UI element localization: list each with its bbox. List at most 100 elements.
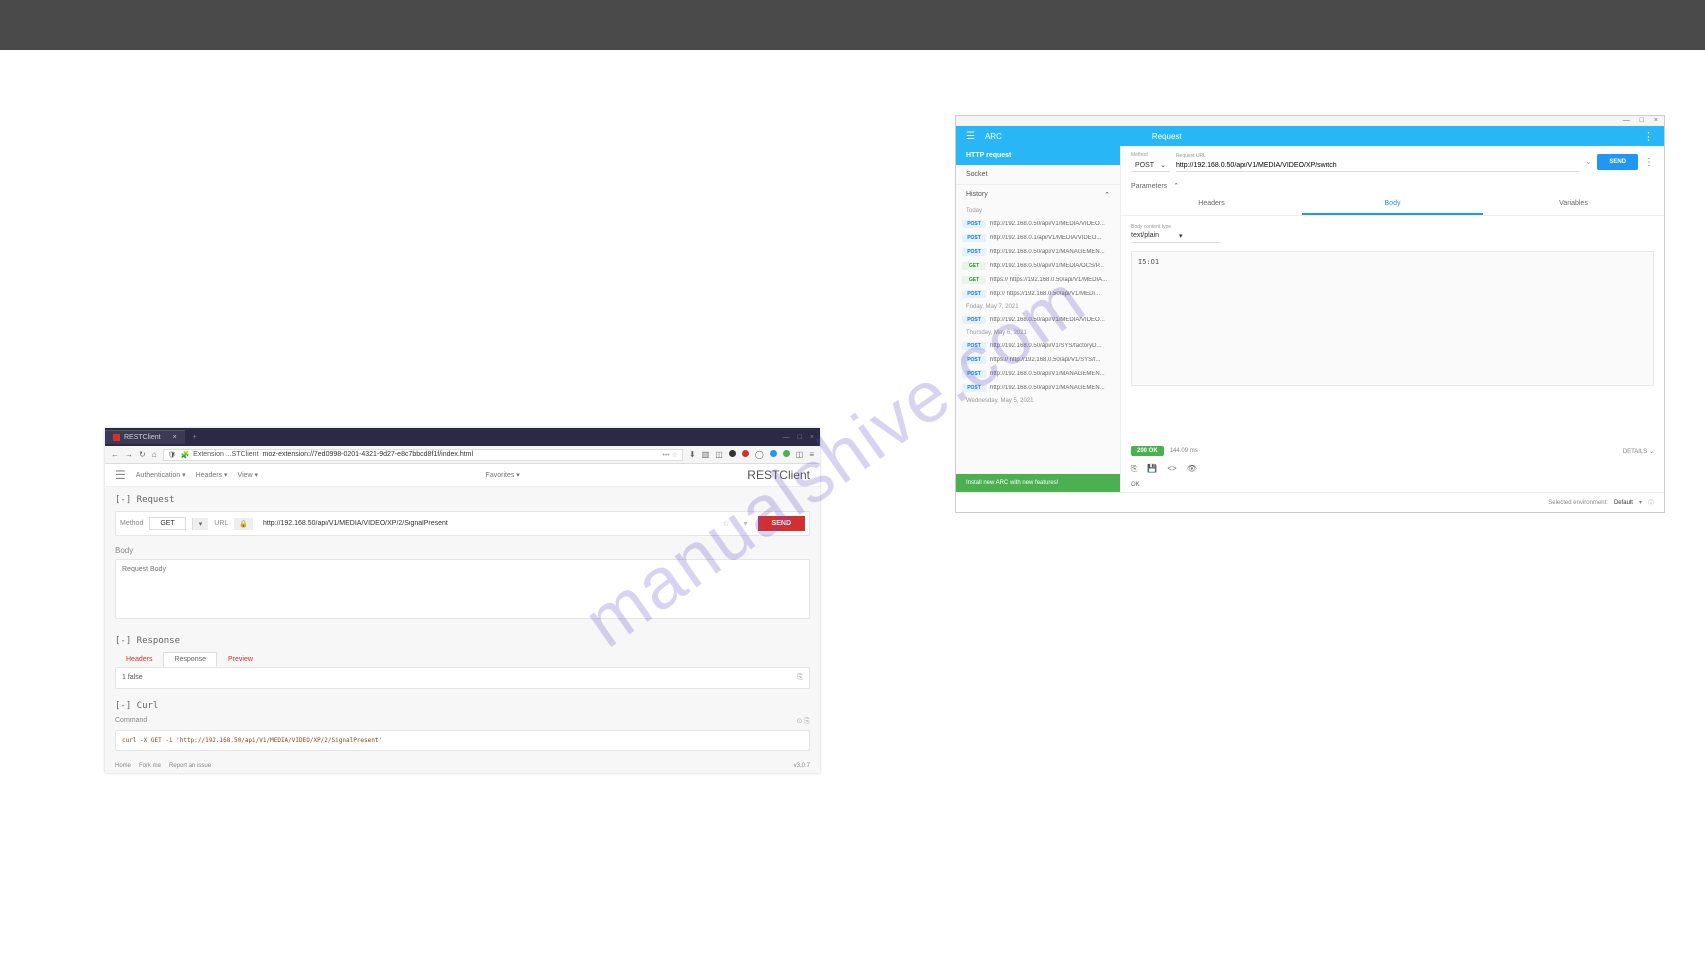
copy-icon[interactable]: ⎘ (1131, 464, 1137, 474)
ext-icon-4[interactable] (742, 450, 749, 457)
curl-section-header[interactable]: [-] Curl (115, 701, 810, 711)
url-input[interactable] (259, 518, 712, 529)
tab-preview[interactable]: Preview (217, 652, 264, 667)
request-section-header[interactable]: [-] Request (115, 495, 810, 505)
history-url: http://192.168.0.50/api/V1/MEDIA/OCS/P..… (990, 263, 1114, 269)
forward-icon[interactable]: → (125, 450, 133, 459)
curl-icon-1[interactable]: ⊙ (797, 718, 803, 725)
history-item[interactable]: POSThttp://192.168.0.1/api/V1/MEDIA/VIDE… (956, 231, 1120, 245)
browser-tab[interactable]: RESTClient × (105, 430, 185, 444)
menu-headers[interactable]: Headers ▾ (196, 471, 228, 479)
toolbar-icons: ⬇ ▥ ◫ ◯ ◫ ≡ (689, 450, 814, 459)
nav-socket[interactable]: Socket (956, 165, 1120, 184)
history-group-thursday: Thursday, May 6, 2021 (956, 327, 1120, 339)
parameters-toggle[interactable]: Parameters ⌃ (1121, 178, 1664, 194)
install-banner[interactable]: Install new ARC with new features! (956, 474, 1120, 492)
tab-headers[interactable]: Headers (115, 652, 163, 667)
maximize-icon[interactable]: □ (1640, 117, 1644, 124)
url-prefix: Extension ...STClient (193, 451, 258, 458)
url-label: Request URL (1176, 153, 1580, 159)
close-tab-icon[interactable]: × (173, 434, 177, 441)
copy-icon[interactable]: ⎘ (797, 674, 803, 682)
history-item[interactable]: POSThttp://192.168.0.50/api/V1/SYS/facto… (956, 339, 1120, 353)
titlebar-more-icon[interactable]: ⋮ (1643, 130, 1654, 143)
info-icon[interactable]: ⓘ (1648, 498, 1654, 507)
menu-authentication[interactable]: Authentication ▾ (136, 471, 186, 479)
ext-icon-1[interactable]: ▥ (702, 450, 710, 459)
history-group-wednesday: Wednesday, May 5, 2021 (956, 395, 1120, 407)
history-item[interactable]: POSThttp://192.168.0.50/api/V1/MEDIA/VID… (956, 217, 1120, 231)
env-dropdown-icon[interactable]: ▾ (1639, 499, 1642, 506)
method-select[interactable]: POST ⌄ (1131, 159, 1170, 172)
history-item[interactable]: POSThttps:// http://192.168.0.50/api/V1/… (956, 353, 1120, 367)
history-method-badge: GET (962, 276, 986, 284)
response-text: OK (1121, 478, 1664, 492)
minimize-icon[interactable]: — (1623, 117, 1630, 124)
eye-icon[interactable]: 👁 (1187, 464, 1197, 474)
history-item[interactable]: GEThttp://192.168.0.50/api/V1/MEDIA/OCS/… (956, 259, 1120, 273)
hamburger-icon[interactable]: ≡ (809, 450, 814, 459)
method-select[interactable]: GET (149, 517, 185, 530)
nav-history[interactable]: History⌃ (956, 184, 1120, 205)
menu-icon[interactable]: ☰ (115, 468, 126, 482)
star-icon[interactable]: ☆ (718, 519, 733, 528)
more-icon[interactable]: ⋮ (1644, 157, 1654, 168)
home-icon[interactable]: ⌂ (152, 450, 157, 459)
method-dropdown-icon[interactable]: ▾ (192, 518, 209, 530)
url-dropdown-icon[interactable]: ⌄ (1585, 158, 1591, 166)
nav-http-request[interactable]: HTTP request (956, 146, 1120, 165)
body-textarea[interactable]: I5:O1 (1131, 251, 1654, 386)
titlebar-request-label: Request (1152, 132, 1182, 141)
restclient-footer: Home Fork me Report an issue v3.0.7 (105, 759, 820, 773)
history-item[interactable]: POSThttp://192.168.0.50/api/V1/MEDIA/VID… (956, 313, 1120, 327)
url-dropdown-icon[interactable]: ▾ (740, 519, 752, 528)
address-bar[interactable]: 🛡 🧩 Extension ...STClient moz-extension:… (163, 449, 683, 461)
content-type-select[interactable]: text/plain▾ (1131, 230, 1221, 243)
close-window-icon[interactable]: × (1654, 117, 1658, 124)
tab-headers[interactable]: Headers (1121, 194, 1302, 215)
footer-home[interactable]: Home (115, 763, 131, 769)
tab-response[interactable]: Response (163, 652, 217, 667)
extension-icon: 🧩 (180, 451, 189, 459)
download-icon[interactable]: ⬇ (689, 450, 696, 459)
env-value[interactable]: Default (1614, 500, 1633, 506)
new-tab-button[interactable]: + (185, 434, 205, 441)
ext-icon-5[interactable]: ◯ (755, 450, 764, 459)
curl-copy-icon[interactable]: ⎘ (804, 718, 810, 725)
ext-icon-2[interactable]: ◫ (715, 450, 723, 459)
ext-icon-7[interactable] (783, 450, 790, 457)
tab-variables[interactable]: Variables (1483, 194, 1664, 215)
history-url: http://192.168.0.50/api/V1/MANAGEMEN... (990, 249, 1114, 255)
ext-icon-8[interactable]: ◫ (796, 450, 804, 459)
url-input[interactable] (1176, 160, 1580, 172)
history-group-friday: Friday, May 7, 2021 (956, 301, 1120, 313)
arc-content: Method POST ⌄ Request URL ⌄ SEND ⋮ Param… (1121, 146, 1664, 492)
ext-icon-3[interactable] (729, 450, 736, 457)
hamburger-icon[interactable]: ☰ (966, 131, 975, 142)
history-item[interactable]: POSThttp://192.168.0.50/api/V1/MANAGEMEN… (956, 245, 1120, 259)
footer-fork[interactable]: Fork me (139, 763, 161, 769)
send-button[interactable]: SEND (758, 516, 805, 531)
history-item[interactable]: POSThttp://192.168.0.50/api/V1/MANAGEMEN… (956, 367, 1120, 381)
details-link[interactable]: DETAILS ⌄ (1623, 448, 1654, 455)
tab-favicon (113, 434, 120, 441)
send-button[interactable]: SEND (1597, 154, 1638, 170)
footer-report[interactable]: Report an issue (169, 763, 211, 769)
code-icon[interactable]: <> (1167, 464, 1176, 474)
history-item[interactable]: POSThttp://192.168.0.50/api/V1/MANAGEMEN… (956, 381, 1120, 395)
history-item[interactable]: POSThttp:// https://192.168.0.50/api/V1/… (956, 287, 1120, 301)
history-item[interactable]: GEThttps:// https://192.168.0.50/api/V1/… (956, 273, 1120, 287)
body-textarea[interactable] (115, 559, 810, 619)
close-window-icon[interactable]: × (810, 434, 814, 441)
tab-body[interactable]: Body (1302, 194, 1483, 215)
history-group-today: Today (956, 205, 1120, 217)
maximize-icon[interactable]: □ (798, 434, 802, 441)
response-section-header[interactable]: [-] Response (115, 636, 810, 646)
save-icon[interactable]: 💾 (1147, 464, 1157, 474)
menu-favorites[interactable]: Favorites ▾ (486, 471, 520, 479)
reload-icon[interactable]: ↻ (139, 450, 146, 459)
minimize-icon[interactable]: — (783, 434, 790, 441)
ext-icon-6[interactable] (770, 450, 777, 457)
menu-view[interactable]: View ▾ (238, 471, 259, 479)
back-icon[interactable]: ← (111, 450, 119, 459)
